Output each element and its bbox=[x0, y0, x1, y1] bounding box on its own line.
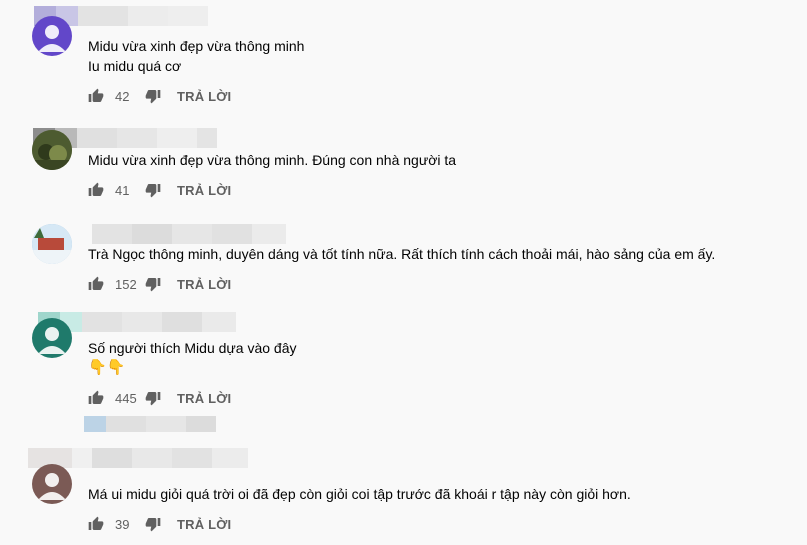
like-count: 445 bbox=[115, 390, 137, 406]
comment-actions: 42 TRẢ LỜI bbox=[88, 86, 231, 106]
thumbs-down-icon[interactable] bbox=[145, 182, 161, 198]
comment-actions: 39 TRẢ LỜI bbox=[88, 514, 231, 534]
reply-button[interactable]: TRẢ LỜI bbox=[177, 89, 231, 104]
blurred-view-replies bbox=[84, 416, 216, 432]
comment-actions: 152 TRẢ LỜI bbox=[88, 274, 231, 294]
comment-actions: 445 TRẢ LỜI bbox=[88, 388, 231, 408]
like-count: 152 bbox=[115, 276, 137, 292]
avatar[interactable] bbox=[32, 224, 72, 264]
like-count: 41 bbox=[115, 182, 130, 198]
thumbs-down-icon[interactable] bbox=[145, 276, 161, 292]
avatar[interactable] bbox=[32, 318, 72, 358]
thumbs-up-icon[interactable] bbox=[88, 88, 104, 104]
thumbs-up-icon[interactable] bbox=[88, 182, 104, 198]
comment-text: Iu midu quá cơ bbox=[88, 58, 182, 74]
comment-text: Số người thích Midu dựa vào đây bbox=[88, 340, 297, 356]
reply-button[interactable]: TRẢ LỜI bbox=[177, 391, 231, 406]
comment-text: Midu vừa xinh đẹp vừa thông minh bbox=[88, 38, 305, 54]
pointing-down-emoji: 👇👇 bbox=[88, 359, 126, 376]
thumbs-down-icon[interactable] bbox=[145, 88, 161, 104]
thumbs-up-icon[interactable] bbox=[88, 516, 104, 532]
comment-text: Má ui midu giỏi quá trời oi đã đẹp còn g… bbox=[88, 486, 631, 502]
comment-actions: 41 TRẢ LỜI bbox=[88, 180, 231, 200]
comment-text: Midu vừa xinh đẹp vừa thông minh. Đúng c… bbox=[88, 152, 457, 168]
blurred-username bbox=[92, 224, 286, 244]
avatar[interactable] bbox=[32, 130, 72, 170]
reply-button[interactable]: TRẢ LỜI bbox=[177, 183, 231, 198]
thumbs-up-icon[interactable] bbox=[88, 276, 104, 292]
like-count: 42 bbox=[115, 88, 130, 104]
thumbs-down-icon[interactable] bbox=[145, 516, 161, 532]
avatar[interactable] bbox=[32, 464, 72, 504]
comment-text: Trà Ngọc thông minh, duyên dáng và tốt t… bbox=[88, 246, 716, 262]
reply-button[interactable]: TRẢ LỜI bbox=[177, 277, 231, 292]
thumbs-down-icon[interactable] bbox=[145, 390, 161, 406]
emoji-line: 👇👇 bbox=[88, 359, 125, 377]
like-count: 39 bbox=[115, 516, 130, 532]
blurred-username bbox=[28, 448, 248, 468]
reply-button[interactable]: TRẢ LỜI bbox=[177, 517, 231, 532]
avatar[interactable] bbox=[32, 16, 72, 56]
thumbs-up-icon[interactable] bbox=[88, 390, 104, 406]
